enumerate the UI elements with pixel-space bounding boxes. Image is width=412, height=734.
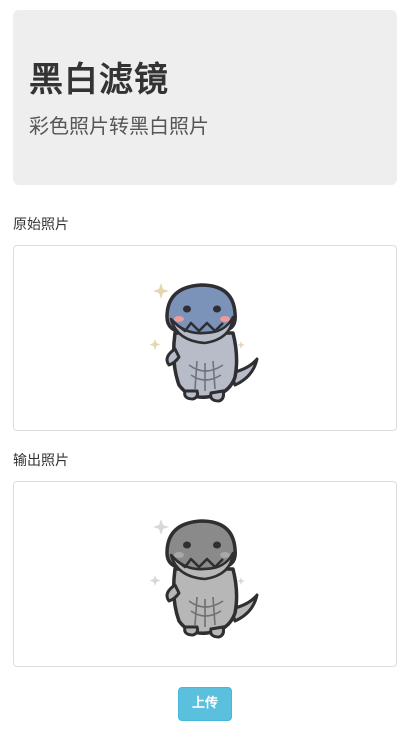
page-subtitle: 彩色照片转黑白照片	[29, 114, 209, 138]
output-photo-frame	[13, 481, 397, 667]
page-title: 黑白滤镜	[29, 60, 169, 100]
original-photo-frame	[13, 245, 397, 431]
output-photo-image	[149, 519, 259, 639]
output-photo-label: 输出照片	[13, 453, 69, 469]
original-photo-label: 原始照片	[13, 217, 69, 233]
original-photo-image	[149, 283, 259, 403]
upload-button[interactable]: 上传	[178, 687, 232, 721]
hero-banner: 黑白滤镜 彩色照片转黑白照片	[13, 10, 397, 185]
page: 黑白滤镜 彩色照片转黑白照片 原始照片 输出照片 上传	[0, 0, 412, 734]
